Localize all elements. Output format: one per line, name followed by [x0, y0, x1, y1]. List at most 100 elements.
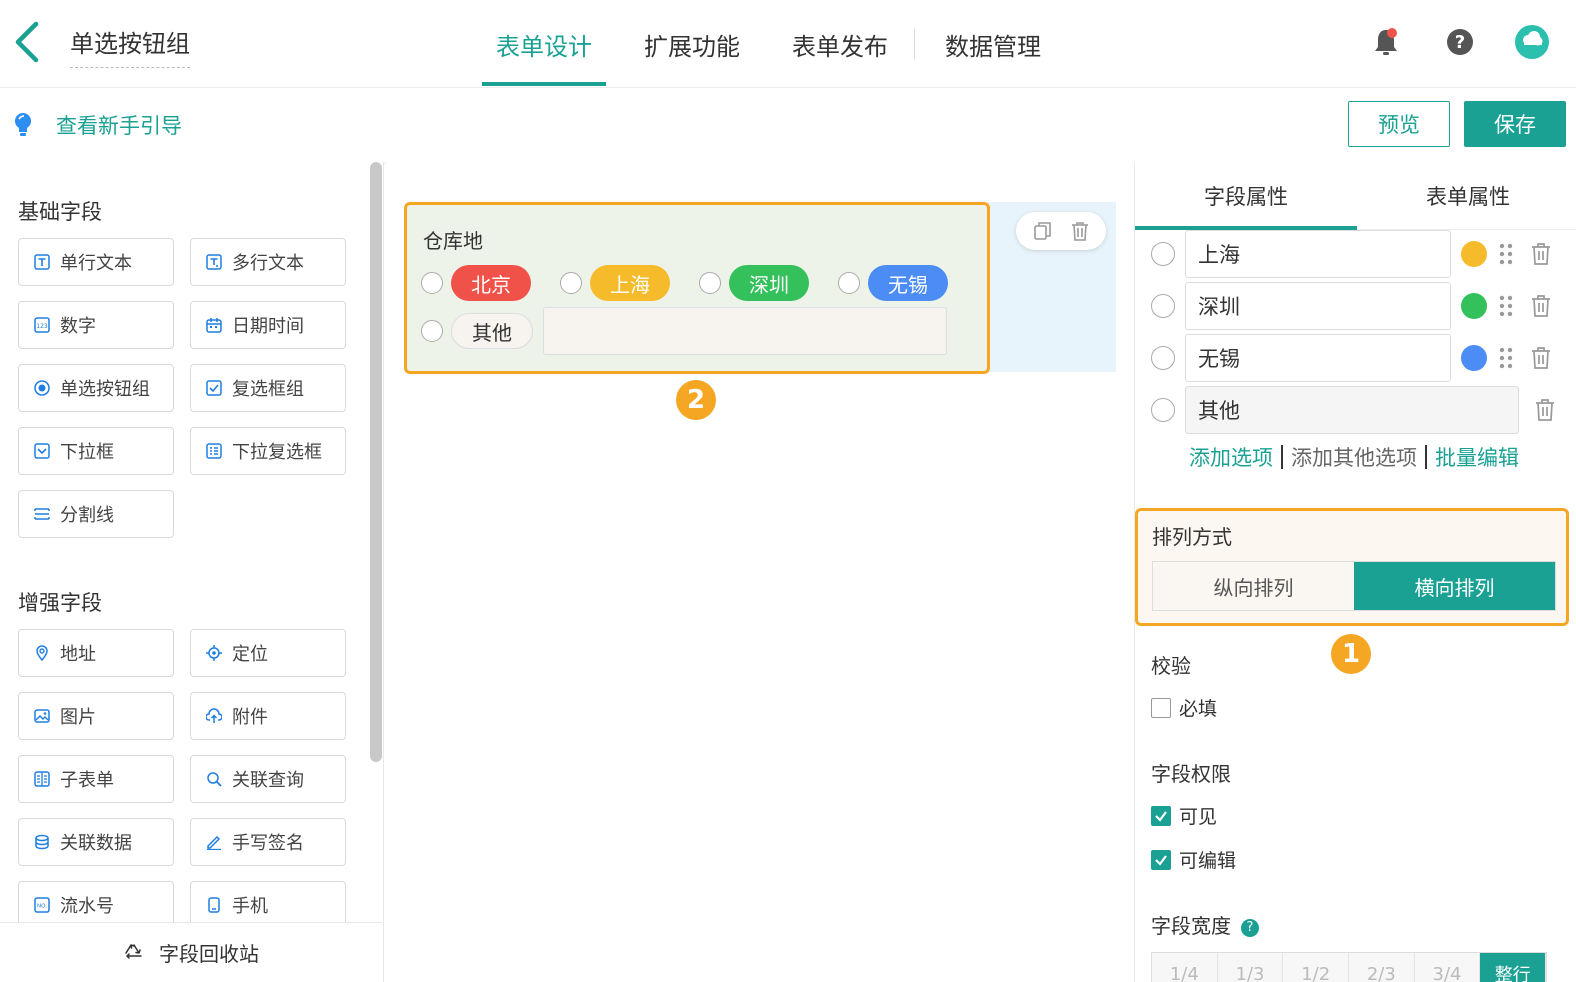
save-button[interactable]: 保存 — [1464, 101, 1566, 147]
tab-field-properties[interactable]: 字段属性 — [1135, 162, 1357, 230]
visible-checkbox[interactable]: 可见 — [1151, 802, 1217, 829]
main-nav: 表单设计 扩展功能 表单发布 数据管理 — [480, 0, 1077, 88]
field-image[interactable]: 图片 — [18, 692, 174, 740]
radio-button[interactable] — [560, 272, 582, 294]
option-shanghai[interactable]: 上海 — [560, 265, 670, 301]
arrange-vertical-button[interactable]: 纵向排列 — [1153, 562, 1354, 610]
tab-data-management[interactable]: 数据管理 — [929, 0, 1057, 88]
trash-icon[interactable] — [1531, 346, 1551, 370]
option-input[interactable]: 上海 — [1185, 230, 1451, 278]
option-wuxi[interactable]: 无锡 — [838, 265, 948, 301]
trash-icon[interactable] — [1531, 294, 1551, 318]
trash-icon[interactable] — [1535, 398, 1555, 422]
link-search-icon — [207, 772, 222, 787]
calendar-icon — [206, 318, 222, 333]
width-option-selected[interactable]: 整行 — [1480, 953, 1547, 982]
check-icon — [1155, 810, 1167, 822]
default-radio[interactable] — [1151, 242, 1175, 266]
option-input[interactable]: 深圳 — [1185, 282, 1451, 330]
field-attachment[interactable]: 附件 — [190, 692, 346, 740]
field-signature[interactable]: 手写签名 — [190, 818, 346, 866]
other-text-input[interactable] — [543, 307, 947, 355]
field-location[interactable]: 定位 — [190, 629, 346, 677]
bell-icon[interactable] — [1368, 24, 1404, 60]
image-icon — [34, 709, 50, 723]
option-other[interactable]: 其他 — [421, 313, 533, 349]
tab-form-properties[interactable]: 表单属性 — [1357, 162, 1576, 230]
drag-handle-icon[interactable] — [1497, 294, 1515, 318]
lightbulb-icon — [15, 113, 31, 136]
field-multi-select[interactable]: 下拉复选框 — [190, 427, 346, 475]
delete-icon[interactable] — [1069, 220, 1091, 242]
form-title[interactable]: 单选按钮组 — [70, 24, 190, 68]
preview-button[interactable]: 预览 — [1348, 101, 1450, 147]
radio-button[interactable] — [699, 272, 721, 294]
width-option[interactable]: 1/2 — [1283, 953, 1350, 982]
field-radio-group[interactable]: 单选按钮组 — [18, 364, 174, 412]
checkbox-box-checked[interactable] — [1151, 805, 1171, 826]
copy-icon[interactable] — [1032, 220, 1054, 242]
tab-extensions[interactable]: 扩展功能 — [628, 0, 756, 88]
option-input[interactable]: 其他 — [1185, 386, 1519, 434]
default-radio[interactable] — [1151, 346, 1175, 370]
check-icon — [1155, 854, 1167, 866]
option-shenzhen[interactable]: 深圳 — [699, 265, 809, 301]
tab-form-publish[interactable]: 表单发布 — [776, 0, 904, 88]
width-option[interactable]: 3/4 — [1414, 953, 1481, 982]
basic-fields-title: 基础字段 — [18, 200, 102, 224]
palette-scrollbar[interactable] — [370, 162, 382, 762]
phone-icon — [208, 897, 220, 913]
back-arrow-icon[interactable] — [10, 20, 44, 64]
upload-icon — [206, 708, 222, 723]
field-divider[interactable]: 分割线 — [18, 490, 174, 538]
field-multi-line-text[interactable]: 多行文本 — [190, 238, 346, 286]
color-picker[interactable] — [1461, 241, 1487, 267]
link-data-icon — [35, 834, 49, 850]
radio-group-field-card[interactable]: 仓库地 北京 上海 深圳 无锡 其他 — [404, 202, 990, 374]
field-link-query[interactable]: 关联查询 — [190, 755, 346, 803]
radio-icon — [34, 380, 50, 396]
radio-button[interactable] — [421, 320, 443, 342]
field-datetime[interactable]: 日期时间 — [190, 301, 346, 349]
batch-edit-link[interactable]: 批量编辑 — [1435, 442, 1519, 472]
field-address[interactable]: 地址 — [18, 629, 174, 677]
tab-form-design[interactable]: 表单设计 — [480, 0, 608, 88]
properties-tabs: 字段属性 表单属性 — [1135, 162, 1576, 230]
width-option[interactable]: 1/3 — [1217, 953, 1284, 982]
color-picker[interactable] — [1461, 293, 1487, 319]
avatar[interactable] — [1514, 24, 1550, 60]
default-radio[interactable] — [1151, 294, 1175, 318]
required-checkbox[interactable]: 必填 — [1151, 694, 1217, 721]
field-number[interactable]: 123 数字 — [18, 301, 174, 349]
add-option-link[interactable]: 添加选项 — [1189, 442, 1273, 472]
recycle-icon — [125, 943, 142, 959]
add-other-option-link[interactable]: 添加其他选项 — [1291, 442, 1417, 472]
editable-checkbox[interactable]: 可编辑 — [1151, 846, 1236, 873]
color-picker[interactable] — [1461, 345, 1487, 371]
help-icon[interactable]: ? — [1442, 24, 1478, 60]
field-recycle-bin[interactable]: 字段回收站 — [0, 922, 382, 982]
width-option[interactable]: 2/3 — [1349, 953, 1415, 982]
option-input[interactable]: 无锡 — [1185, 334, 1451, 382]
radio-button[interactable] — [421, 272, 443, 294]
select-icon — [34, 443, 50, 459]
field-width-title: 字段宽度? — [1151, 910, 1259, 939]
checkbox-icon — [206, 380, 222, 396]
arrange-horizontal-button[interactable]: 横向排列 — [1354, 562, 1555, 610]
field-link-data[interactable]: 关联数据 — [18, 818, 174, 866]
radio-button[interactable] — [838, 272, 860, 294]
drag-handle-icon[interactable] — [1497, 242, 1515, 266]
help-icon[interactable]: ? — [1241, 918, 1259, 937]
trash-icon[interactable] — [1531, 242, 1551, 266]
default-radio[interactable] — [1151, 398, 1175, 422]
checkbox-box[interactable] — [1151, 697, 1171, 718]
beginner-guide-link[interactable]: 查看新手引导 — [12, 110, 182, 140]
field-single-line-text[interactable]: 单行文本 — [18, 238, 174, 286]
width-option[interactable]: 1/4 — [1152, 953, 1218, 982]
checkbox-box-checked[interactable] — [1151, 849, 1171, 870]
drag-handle-icon[interactable] — [1497, 346, 1515, 370]
field-subform[interactable]: 子表单 — [18, 755, 174, 803]
field-checkbox-group[interactable]: 复选框组 — [190, 364, 346, 412]
field-select[interactable]: 下拉框 — [18, 427, 174, 475]
option-beijing[interactable]: 北京 — [421, 265, 531, 301]
